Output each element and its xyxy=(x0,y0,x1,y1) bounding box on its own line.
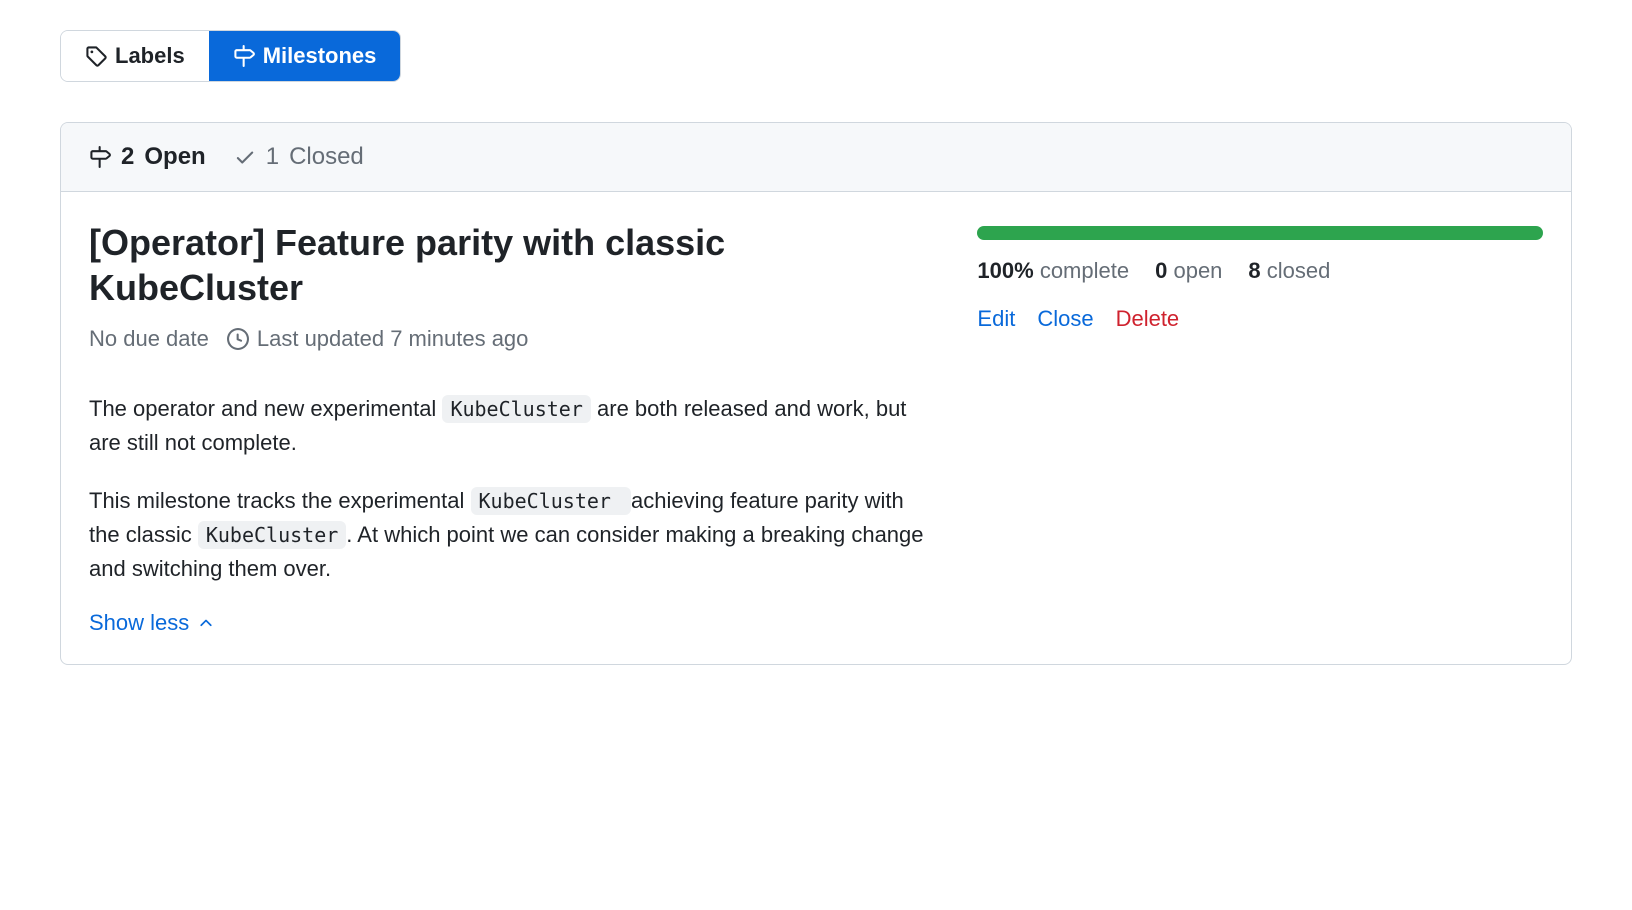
open-count-filter[interactable]: 2 Open xyxy=(89,143,206,171)
closed-count-value: 1 xyxy=(266,143,279,171)
closed-count-filter[interactable]: 1 Closed xyxy=(234,143,364,171)
milestone-updated-text: Last updated 7 minutes ago xyxy=(257,326,529,352)
milestones-panel: 2 Open 1 Closed [Operator] Feature parit… xyxy=(60,122,1572,665)
milestone-row: [Operator] Feature parity with classic K… xyxy=(61,192,1571,664)
milestone-stats: 100% complete 0 open 8 closed Edit Close… xyxy=(977,220,1543,636)
stat-open: 0 open xyxy=(1155,258,1222,284)
tag-icon xyxy=(85,45,107,67)
close-link[interactable]: Close xyxy=(1037,306,1093,332)
delete-link[interactable]: Delete xyxy=(1116,306,1180,332)
stat-closed: 8 closed xyxy=(1248,258,1330,284)
open-count-label: Open xyxy=(144,143,205,171)
progress-stats: 100% complete 0 open 8 closed xyxy=(977,258,1543,284)
description-paragraph: The operator and new experimental KubeCl… xyxy=(89,392,937,460)
filter-tabs: Labels Milestones xyxy=(60,30,401,82)
milestone-icon xyxy=(89,146,111,168)
description-paragraph: This milestone tracks the experimental K… xyxy=(89,484,937,586)
clock-icon xyxy=(227,328,249,350)
closed-count-label: Closed xyxy=(289,143,364,171)
milestone-info: [Operator] Feature parity with classic K… xyxy=(89,220,937,636)
chevron-up-icon xyxy=(197,614,215,632)
open-count-value: 2 xyxy=(121,143,134,171)
milestone-due-date: No due date xyxy=(89,326,209,352)
progress-bar xyxy=(977,226,1543,240)
show-less-text: Show less xyxy=(89,610,189,636)
edit-link[interactable]: Edit xyxy=(977,306,1015,332)
milestone-meta: No due date Last updated 7 minutes ago xyxy=(89,326,937,352)
code-inline: KubeCluster xyxy=(442,395,590,423)
stat-complete: 100% complete xyxy=(977,258,1129,284)
code-inline: KubeCluster xyxy=(198,521,346,549)
milestones-panel-header: 2 Open 1 Closed xyxy=(61,123,1571,192)
milestone-description: The operator and new experimental KubeCl… xyxy=(89,392,937,586)
milestones-tab[interactable]: Milestones xyxy=(209,31,401,81)
labels-tab[interactable]: Labels xyxy=(61,31,209,81)
check-icon xyxy=(234,146,256,168)
milestone-updated: Last updated 7 minutes ago xyxy=(227,326,529,352)
milestone-actions: Edit Close Delete xyxy=(977,306,1543,332)
milestone-title[interactable]: [Operator] Feature parity with classic K… xyxy=(89,220,937,310)
milestone-icon xyxy=(233,45,255,67)
milestones-tab-text: Milestones xyxy=(263,43,377,69)
code-inline: KubeCluster xyxy=(471,487,632,515)
labels-tab-text: Labels xyxy=(115,43,185,69)
show-less-toggle[interactable]: Show less xyxy=(89,610,215,636)
